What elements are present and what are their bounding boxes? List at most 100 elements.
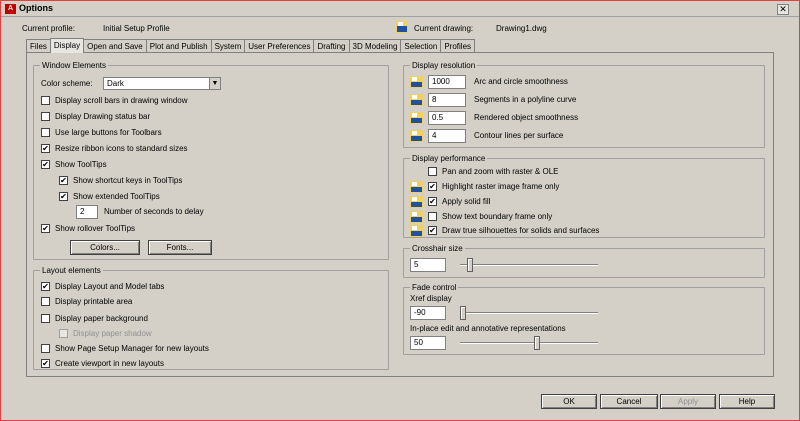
crosshair-slider-handle[interactable] xyxy=(467,258,473,272)
tab-3d-modeling[interactable]: 3D Modeling xyxy=(348,39,402,53)
tab-profiles[interactable]: Profiles xyxy=(440,39,476,53)
cancel-button[interactable]: Cancel xyxy=(600,394,658,409)
drawing-saved-icon xyxy=(410,196,423,208)
drawing-saved-icon xyxy=(410,112,423,124)
tab-plot-and-publish[interactable]: Plot and Publish xyxy=(145,39,212,53)
checkbox[interactable] xyxy=(428,212,437,221)
checkbox-row[interactable]: ✔ Resize ribbon icons to standard sizes xyxy=(41,144,188,153)
drawing-file-icon xyxy=(396,21,408,33)
checkbox[interactable]: ✔ xyxy=(41,224,50,233)
xref-display-label: Xref display xyxy=(410,294,452,303)
checkbox[interactable]: ✔ xyxy=(59,176,68,185)
checkbox[interactable]: ✔ xyxy=(41,160,50,169)
drawing-saved-icon xyxy=(410,94,423,106)
crosshair-size-input[interactable]: 5 xyxy=(410,258,446,272)
display-tab-panel: Window Elements Color scheme: Dark ▼ Dis… xyxy=(26,52,774,377)
checkbox[interactable]: ✔ xyxy=(428,182,437,191)
colors-button[interactable]: Colors... xyxy=(70,240,140,255)
checkbox[interactable] xyxy=(41,128,50,137)
xref-slider-handle[interactable] xyxy=(460,306,466,320)
checkbox[interactable]: ✔ xyxy=(41,359,50,368)
checkbox-row[interactable]: ✔ Apply solid fill xyxy=(428,197,490,206)
checkbox[interactable] xyxy=(41,314,50,323)
rendered-smoothness-input[interactable]: 0.5 xyxy=(428,111,466,125)
display-performance-title: Display performance xyxy=(410,154,488,163)
contour-lines-input[interactable]: 4 xyxy=(428,129,466,143)
arc-smoothness-label: Arc and circle smoothness xyxy=(474,77,568,86)
checkbox-label: Pan and zoom with raster & OLE xyxy=(442,167,559,176)
inplace-slider-handle[interactable] xyxy=(534,336,540,350)
tab-display[interactable]: Display xyxy=(49,38,85,53)
checkbox[interactable]: ✔ xyxy=(41,282,50,291)
color-scheme-dropdown[interactable]: Dark ▼ xyxy=(103,77,221,90)
checkbox-label: Display Layout and Model tabs xyxy=(55,282,165,291)
checkbox-label: Display paper shadow xyxy=(73,329,152,338)
current-profile-label: Current profile: xyxy=(22,24,75,33)
checkbox-row[interactable]: Display Drawing status bar xyxy=(41,112,150,121)
help-button[interactable]: Help xyxy=(719,394,775,409)
close-icon[interactable]: ✕ xyxy=(777,4,789,15)
checkbox-row[interactable]: Display printable area xyxy=(41,297,132,306)
inplace-fade-input[interactable]: 50 xyxy=(410,336,446,350)
layout-elements-group: Layout elements ✔ Display Layout and Mod… xyxy=(33,266,389,370)
layout-elements-title: Layout elements xyxy=(40,266,103,275)
ok-button[interactable]: OK xyxy=(541,394,597,409)
checkbox-label: Show rollover ToolTips xyxy=(55,224,136,233)
xref-fade-input[interactable]: -90 xyxy=(410,306,446,320)
checkbox[interactable] xyxy=(41,112,50,121)
checkbox-row[interactable]: Show text boundary frame only xyxy=(428,212,552,221)
checkbox-label: Highlight raster image frame only xyxy=(442,182,560,191)
window-elements-title: Window Elements xyxy=(40,61,109,70)
checkbox-row[interactable]: Display paper background xyxy=(41,314,148,323)
tab-user-preferences[interactable]: User Preferences xyxy=(244,39,315,53)
polyline-segments-label: Segments in a polyline curve xyxy=(474,95,577,104)
polyline-segments-input[interactable]: 8 xyxy=(428,93,466,107)
checkbox-label: Apply solid fill xyxy=(442,197,491,206)
checkbox-row[interactable]: ✔ Create viewport in new layouts xyxy=(41,359,164,368)
autocad-app-icon: A xyxy=(5,4,16,14)
checkbox-row[interactable]: ✔ Show extended ToolTips xyxy=(59,192,160,201)
display-resolution-title: Display resolution xyxy=(410,61,478,70)
checkbox-row[interactable]: ✔ Show ToolTips xyxy=(41,160,107,169)
checkbox-row[interactable]: Show Page Setup Manager for new layouts xyxy=(41,344,209,353)
checkbox-row[interactable]: Display scroll bars in drawing window xyxy=(41,96,188,105)
checkbox-row[interactable]: Pan and zoom with raster & OLE xyxy=(428,167,559,176)
checkbox[interactable]: ✔ xyxy=(59,192,68,201)
checkbox-row[interactable]: ✔ Highlight raster image frame only xyxy=(428,182,559,191)
checkbox[interactable]: ✔ xyxy=(428,197,437,206)
checkbox-row[interactable]: ✔ Show shortcut keys in ToolTips xyxy=(59,176,182,185)
checkbox[interactable] xyxy=(41,96,50,105)
arc-smoothness-input[interactable]: 1000 xyxy=(428,75,466,89)
checkbox[interactable]: ✔ xyxy=(428,226,437,235)
chevron-down-icon[interactable]: ▼ xyxy=(209,78,220,89)
checkbox-label: Display Drawing status bar xyxy=(55,112,151,121)
rendered-smoothness-label: Rendered object smoothness xyxy=(474,113,579,122)
checkbox-label: Display paper background xyxy=(55,314,148,323)
checkbox[interactable]: ✔ xyxy=(41,144,50,153)
inplace-fade-slider[interactable] xyxy=(460,342,598,344)
fonts-button[interactable]: Fonts... xyxy=(148,240,212,255)
checkbox xyxy=(59,329,68,338)
crosshair-size-slider[interactable] xyxy=(460,264,598,266)
checkbox-label: Draw true silhouettes for solids and sur… xyxy=(442,226,600,235)
tooltip-delay-input[interactable]: 2 xyxy=(76,205,98,219)
checkbox[interactable] xyxy=(41,344,50,353)
color-scheme-value: Dark xyxy=(107,79,124,88)
tooltip-delay-label: Number of seconds to delay xyxy=(104,207,204,216)
tab-files[interactable]: Files xyxy=(26,39,51,53)
window-elements-group: Window Elements Color scheme: Dark ▼ Dis… xyxy=(33,61,389,260)
checkbox[interactable] xyxy=(41,297,50,306)
xref-fade-slider[interactable] xyxy=(460,312,598,314)
checkbox[interactable] xyxy=(428,167,437,176)
tab-system[interactable]: System xyxy=(210,39,246,53)
tab-open-and-save[interactable]: Open and Save xyxy=(83,39,147,53)
checkbox-row[interactable]: Use large buttons for Toolbars xyxy=(41,128,162,137)
checkbox-row[interactable]: ✔ Draw true silhouettes for solids and s… xyxy=(428,226,599,235)
checkbox-row[interactable]: ✔ Show rollover ToolTips xyxy=(41,224,135,233)
title-bar[interactable]: A Options ✕ xyxy=(1,1,799,17)
tab-drafting[interactable]: Drafting xyxy=(313,39,350,53)
drawing-saved-icon xyxy=(410,76,423,88)
tab-selection[interactable]: Selection xyxy=(400,39,442,53)
checkbox-row[interactable]: ✔ Display Layout and Model tabs xyxy=(41,282,164,291)
checkbox-label: Display scroll bars in drawing window xyxy=(55,96,188,105)
